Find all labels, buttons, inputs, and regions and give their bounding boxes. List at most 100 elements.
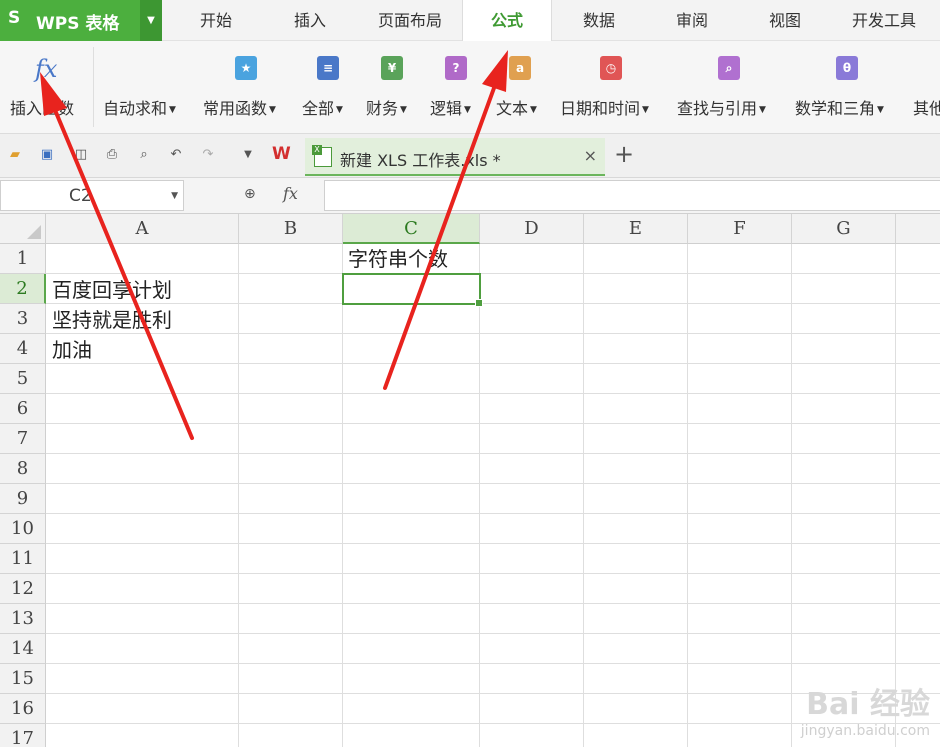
logic-functions-label: 逻辑 (430, 99, 463, 118)
ribbon-divider (93, 47, 94, 127)
column-header-d[interactable]: D (480, 214, 584, 244)
redo-icon[interactable]: ↷ (200, 147, 216, 163)
close-icon[interactable]: × (584, 146, 597, 165)
row-header[interactable]: 5 (0, 364, 46, 394)
chevron-down-icon: ▼ (464, 104, 471, 115)
cell-c1[interactable]: 字符串个数 (343, 244, 448, 274)
chevron-down-icon[interactable]: ▼ (140, 0, 162, 41)
row-header[interactable]: 10 (0, 514, 46, 544)
cell-a4[interactable]: 加油 (47, 335, 92, 365)
tab-insert[interactable]: 插入 (262, 0, 358, 41)
finance-functions-button[interactable]: ¥ 财务 ▼ (366, 41, 422, 134)
gridline (46, 393, 940, 394)
text-functions-button[interactable]: a 文本 ▼ (494, 41, 552, 134)
row-header[interactable]: 13 (0, 604, 46, 634)
zoom-icon[interactable]: ⊕ (244, 186, 256, 202)
row-header[interactable]: 7 (0, 424, 46, 454)
insert-function-fx-icon[interactable]: fx (283, 184, 298, 203)
row-header[interactable]: 8 (0, 454, 46, 484)
tab-data[interactable]: 数据 (552, 0, 646, 41)
new-tab-plus-icon[interactable]: + (614, 142, 634, 166)
other-functions-button[interactable]: 其他 (912, 41, 940, 134)
row-header[interactable]: 11 (0, 544, 46, 574)
math-functions-label: 数学和三角 (795, 99, 876, 118)
tab-home[interactable]: 开始 (170, 0, 262, 41)
insert-function-label: 插入函数 (10, 99, 75, 118)
text-functions-label: 文本 (496, 99, 529, 118)
datetime-functions-label: 日期和时间 (560, 99, 641, 118)
gridline (46, 603, 940, 604)
gridline (46, 543, 940, 544)
open-folder-icon[interactable]: ▰ (7, 147, 23, 163)
undo-icon[interactable]: ↶ (168, 147, 184, 163)
row-header[interactable]: 14 (0, 634, 46, 664)
clock-book-icon: ◷ (600, 56, 622, 80)
watermark-url: jingyan.baidu.com (800, 723, 930, 739)
formula-bar: C2 ▼ ⊕ fx (0, 178, 940, 214)
finance-book-icon: ¥ (381, 56, 403, 80)
gridline (46, 303, 940, 304)
formula-input[interactable] (324, 180, 940, 211)
baidu-jingyan-watermark: Bai 经验 jingyan.baidu.com (801, 679, 930, 739)
autosum-label: 自动求和 (103, 99, 168, 118)
tab-developer[interactable]: 开发工具 (832, 0, 936, 41)
row-header[interactable]: 17 (0, 724, 46, 747)
spreadsheet-grid[interactable]: A B C D E F G 1 2 3 4 5 6 7 8 9 10 11 12… (0, 214, 940, 747)
common-functions-button[interactable]: ★ 常用函数 ▼ (202, 41, 294, 134)
row-header[interactable]: 9 (0, 484, 46, 514)
column-header-g[interactable]: G (792, 214, 896, 244)
export-pdf-icon[interactable]: ◫ (73, 147, 89, 163)
row-header[interactable]: 6 (0, 394, 46, 424)
app-menu-button[interactable]: S WPS 表格 ▼ (0, 0, 162, 41)
gridline (46, 423, 940, 424)
wps-logo-icon: S (8, 8, 21, 28)
tab-view[interactable]: 视图 (738, 0, 832, 41)
column-header-e[interactable]: E (584, 214, 688, 244)
row-header[interactable]: 15 (0, 664, 46, 694)
cell-a3[interactable]: 坚持就是胜利 (47, 305, 172, 335)
logic-functions-button[interactable]: ? 逻辑 ▼ (430, 41, 486, 134)
cell-reference: C2 (69, 186, 92, 206)
search-book-icon: ⌕ (718, 56, 740, 80)
tab-formulas[interactable]: 公式 (462, 0, 552, 42)
print-icon[interactable]: ⎙ (104, 147, 120, 163)
document-tab[interactable]: 新建 XLS 工作表.xls * × (305, 138, 605, 176)
gridline (46, 513, 940, 514)
customize-dropdown-icon[interactable]: ▼ (240, 147, 256, 163)
row-header[interactable]: 4 (0, 334, 46, 364)
autosum-button[interactable]: Σ 自动求和▼ (100, 41, 253, 134)
select-all-corner[interactable] (0, 214, 46, 244)
question-book-icon: ? (445, 56, 467, 80)
column-header-h[interactable] (896, 214, 940, 244)
row-header[interactable]: 3 (0, 304, 46, 334)
tab-page-layout[interactable]: 页面布局 (358, 0, 462, 41)
row-header[interactable]: 12 (0, 574, 46, 604)
wps-home-icon[interactable]: W (272, 144, 291, 164)
gridline (895, 244, 896, 747)
print-preview-icon[interactable]: ⌕ (136, 147, 152, 163)
gridline (46, 453, 940, 454)
chevron-down-icon[interactable]: ▼ (171, 181, 178, 211)
name-box[interactable]: C2 ▼ (0, 180, 184, 211)
column-header-f[interactable]: F (688, 214, 792, 244)
lookup-functions-label: 查找与引用 (677, 99, 758, 118)
active-cell-c2[interactable] (342, 273, 483, 307)
gridline (46, 663, 940, 664)
row-header[interactable]: 1 (0, 244, 46, 274)
save-icon[interactable]: ▣ (39, 147, 55, 163)
all-functions-button[interactable]: ≡ 全部 ▼ (302, 41, 358, 134)
chevron-down-icon: ▼ (642, 104, 649, 115)
column-header-b[interactable]: B (239, 214, 343, 244)
insert-function-button[interactable]: fx 插入函数 (0, 41, 93, 134)
cell-a2[interactable]: 百度回享计划 (47, 275, 172, 305)
lookup-functions-button[interactable]: ⌕ 查找与引用 ▼ (676, 41, 786, 134)
math-functions-button[interactable]: θ 数学和三角 ▼ (794, 41, 904, 134)
chevron-down-icon: ▼ (530, 104, 537, 115)
column-header-c[interactable]: C (343, 214, 480, 244)
theta-book-icon: θ (836, 56, 858, 80)
row-header[interactable]: 2 (0, 274, 46, 304)
tab-review[interactable]: 审阅 (646, 0, 738, 41)
column-header-a[interactable]: A (46, 214, 239, 244)
datetime-functions-button[interactable]: ◷ 日期和时间 ▼ (558, 41, 668, 134)
row-header[interactable]: 16 (0, 694, 46, 724)
